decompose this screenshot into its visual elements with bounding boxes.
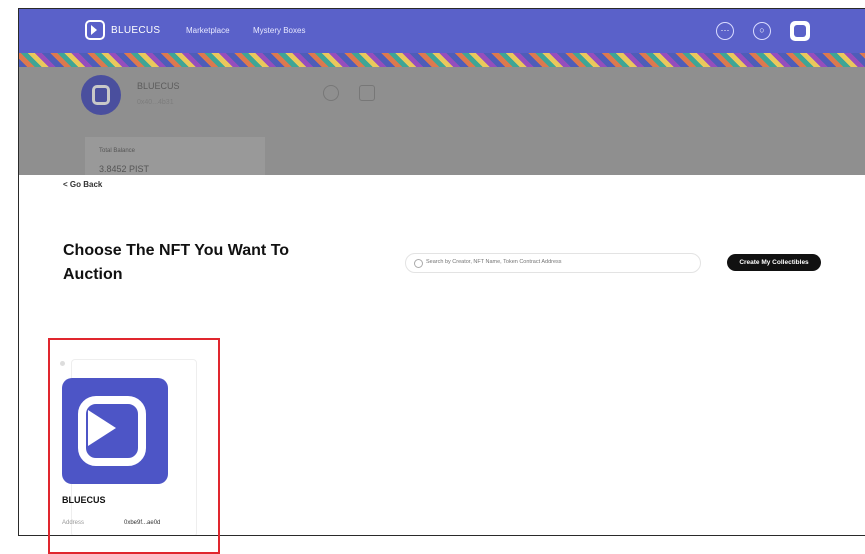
nav-marketplace[interactable]: Marketplace — [186, 26, 230, 35]
go-back-link[interactable]: < Go Back — [63, 180, 102, 189]
search-icon[interactable]: ○ — [753, 22, 771, 40]
search-bar[interactable] — [405, 253, 701, 273]
search-input[interactable] — [426, 259, 686, 265]
more-icon[interactable]: ⋯ — [716, 22, 734, 40]
balance-label: Total Balance — [99, 148, 136, 154]
selection-highlight — [48, 338, 220, 554]
brand-logo-icon[interactable] — [85, 20, 105, 40]
page-title: Choose The NFT You Want To Auction — [63, 242, 290, 283]
create-collectibles-button[interactable]: Create My Collectibles — [727, 254, 821, 271]
nav-mystery-boxes[interactable]: Mystery Boxes — [253, 26, 305, 35]
balance-value: 3.8452 PIST — [99, 164, 150, 174]
profile-banner — [19, 53, 865, 67]
more-options-icon[interactable] — [323, 85, 339, 101]
profile-address: 0x40...4b31 — [137, 99, 174, 106]
top-navbar: BLUECUS Marketplace Mystery Boxes ⋯ ○ — [19, 9, 865, 53]
profile-avatar — [81, 75, 121, 115]
share-icon[interactable] — [359, 85, 375, 101]
search-icon — [414, 259, 423, 268]
profile-avatar-icon[interactable] — [790, 21, 810, 41]
brand-name[interactable]: BLUECUS — [111, 25, 160, 36]
profile-name: BLUECUS — [137, 81, 180, 91]
